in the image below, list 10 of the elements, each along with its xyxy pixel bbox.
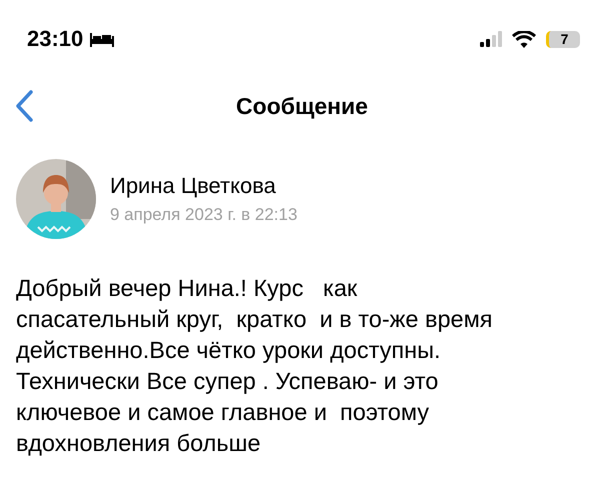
wifi-icon: [512, 30, 536, 48]
battery-icon: 7: [546, 30, 580, 48]
author-name: Ирина Цветкова: [110, 173, 277, 199]
bed-icon: [89, 31, 116, 47]
message-date: 9 апреля 2023 г. в 22:13: [110, 205, 298, 225]
message-text: Добрый вечер Нина.! Курс как спасательный круг, кратко и в то-же время действенно.Все чётко уроки доступны. Технически Все супер . Успеваю- и это ключевое и самое главное и поэтому вдохновления больше: [16, 274, 494, 458]
screen-title: Сообщение: [236, 92, 368, 120]
status-time: 23:10: [27, 26, 84, 52]
back-button[interactable]: [14, 89, 34, 123]
signal-icon: [480, 31, 502, 47]
